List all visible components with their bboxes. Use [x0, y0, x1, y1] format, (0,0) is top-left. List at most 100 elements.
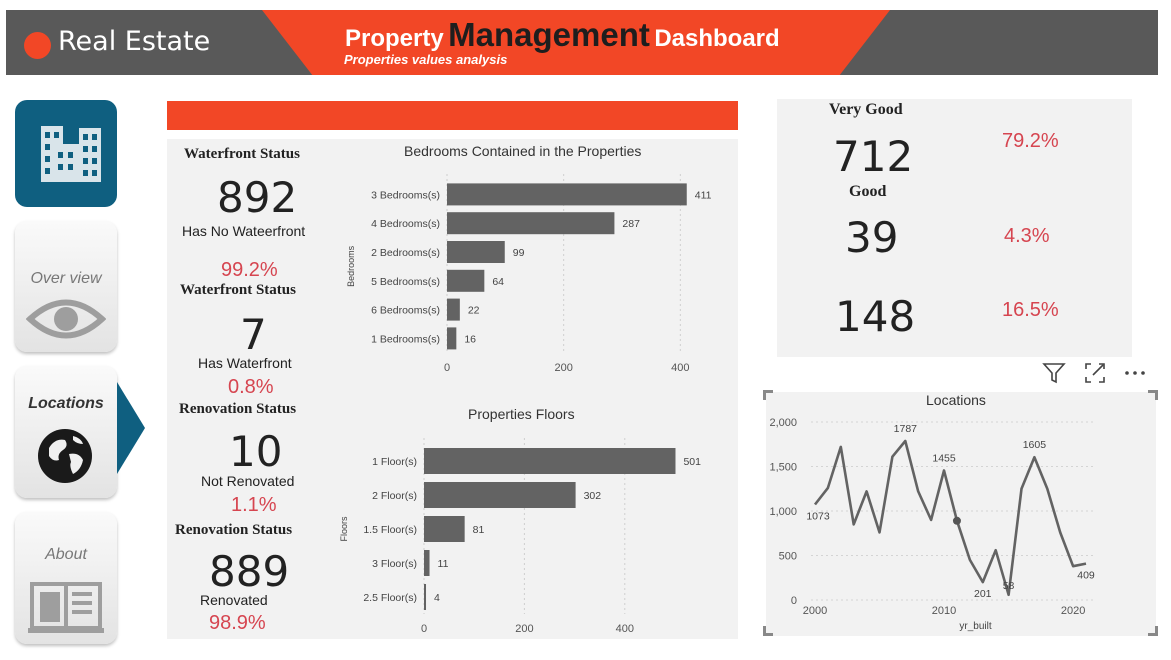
condition-panel	[777, 99, 1132, 357]
bar	[447, 269, 485, 292]
bar	[447, 327, 457, 350]
waterfront-heading-1: Waterfront Status	[184, 146, 300, 162]
y-tick-label: 2,000	[769, 417, 797, 429]
category-label: 4 Bedrooms(s)	[371, 218, 440, 230]
data-label: 1455	[932, 453, 956, 465]
book-icon	[28, 582, 104, 633]
more-options-icon[interactable]	[1123, 361, 1147, 385]
dashboard-title: Property Management Dashboard	[345, 16, 780, 54]
x-tick-label: 200	[515, 623, 533, 635]
renovated-value: 889	[209, 547, 290, 596]
category-label: 1.5 Floor(s)	[363, 524, 417, 536]
bedrooms-chart: 0 200 400 3 Bedrooms(s) 411 4 Bedrooms(s) 287 2…	[346, 174, 712, 374]
data-label: 302	[584, 490, 602, 502]
not-renovated-pct: 1.1%	[231, 494, 277, 516]
x-tick-label: 400	[616, 623, 634, 635]
y-tick-label: 1,000	[769, 506, 797, 518]
x-tick-label: 2000	[803, 605, 827, 617]
data-label: 64	[492, 276, 504, 288]
waterfront-label: Has Waterfront	[198, 355, 292, 371]
other-condition-pct: 16.5%	[1002, 299, 1059, 321]
filter-icon[interactable]	[1042, 361, 1066, 385]
x-tick-label: 400	[671, 362, 689, 374]
title-part-1: Property	[345, 25, 444, 52]
brand-label: Real Estate	[58, 26, 211, 57]
renovated-pct: 98.9%	[209, 612, 266, 634]
data-label: 99	[513, 247, 525, 259]
no-waterfront-value: 892	[217, 173, 298, 222]
x-tick-label: 0	[421, 623, 427, 635]
no-waterfront-pct: 99.2%	[221, 259, 278, 281]
x-tick-label: 2010	[932, 605, 956, 617]
waterfront-pct: 0.8%	[228, 376, 274, 398]
focus-mode-icon[interactable]	[1083, 361, 1107, 385]
data-label: 409	[1077, 570, 1095, 582]
brand-dot-icon	[24, 32, 51, 59]
other-condition-value: 148	[835, 292, 916, 341]
nav-item-overview[interactable]: Over view	[15, 221, 117, 352]
category-label: 2.5 Floor(s)	[363, 592, 417, 604]
category-label: 6 Bedrooms(s)	[371, 305, 440, 317]
data-label: 501	[683, 456, 701, 468]
very-good-value: 712	[833, 132, 914, 181]
y-tick-label: 500	[779, 551, 797, 563]
no-waterfront-label: Has No Wateerfront	[182, 223, 306, 239]
data-label: 81	[473, 524, 485, 536]
data-label: 1073	[806, 511, 830, 523]
renovation-heading-2: Renovation Status	[175, 522, 293, 538]
eye-icon	[26, 299, 106, 339]
dashboard-subtitle: Properties values analysis	[344, 52, 508, 67]
data-label: 11	[438, 558, 449, 570]
category-label: 1 Bedrooms(s)	[371, 333, 440, 345]
bar	[424, 584, 427, 610]
bar	[447, 298, 460, 321]
bedrooms-chart-title: Bedrooms Contained in the Properties	[404, 143, 642, 159]
waterfront-value: 7	[240, 310, 267, 359]
data-label: 201	[974, 588, 992, 600]
category-label: 1 Floor(s)	[372, 456, 417, 468]
y-axis-title: Floors	[339, 516, 349, 542]
y-axis-title: Bedrooms	[346, 245, 356, 287]
category-label: 3 Floor(s)	[372, 558, 417, 570]
nav-item-overview-label: Over view	[30, 270, 102, 287]
nav-item-about-label: About	[45, 546, 87, 563]
bar	[447, 241, 505, 263]
resize-handle-top-left[interactable]	[763, 390, 773, 400]
nav-item-locations[interactable]: Locations	[15, 366, 117, 498]
nav-home-tile[interactable]	[15, 100, 117, 207]
category-label: 5 Bedrooms(s)	[371, 276, 440, 288]
floors-chart-title: Properties Floors	[468, 406, 575, 422]
accent-bar	[167, 101, 738, 130]
x-tick-label: 200	[554, 362, 572, 374]
resize-handle-top-right[interactable]	[1148, 390, 1158, 400]
x-tick-label: 2020	[1061, 605, 1085, 617]
floors-chart: 0 200 400 1 Floor(s) 501 2 Floor(s) 302 1.5 Flo…	[339, 438, 701, 635]
bar	[424, 550, 430, 576]
y-tick-label: 0	[791, 595, 797, 607]
bar	[424, 516, 465, 542]
data-label: 58	[1003, 580, 1015, 592]
locations-chart: 0 500 1,000 1,500 2,000 2000 2010 2020 1073 1787 1…	[769, 417, 1096, 632]
highlight-point	[952, 516, 961, 525]
category-label: 2 Bedrooms(s)	[371, 247, 440, 259]
renovated-label: Renovated	[200, 592, 268, 608]
title-part-3: Dashboard	[654, 25, 780, 52]
data-label: 1787	[894, 423, 918, 435]
resize-handle-bottom-right[interactable]	[1148, 626, 1158, 636]
bar	[447, 183, 687, 206]
bar	[424, 482, 576, 508]
data-label: 287	[622, 218, 640, 230]
nav-item-locations-label: Locations	[28, 395, 104, 412]
very-good-pct: 79.2%	[1002, 130, 1059, 152]
buildings-icon	[41, 126, 101, 182]
not-renovated-value: 10	[229, 427, 283, 476]
x-tick-label: 0	[444, 362, 450, 374]
bar	[447, 212, 615, 235]
not-renovated-label: Not Renovated	[201, 473, 295, 489]
bar	[424, 448, 676, 474]
nav-item-about[interactable]: About	[15, 512, 117, 644]
good-pct: 4.3%	[1004, 225, 1050, 247]
good-label: Good	[849, 183, 887, 200]
title-part-2: Management	[448, 16, 650, 53]
good-value: 39	[845, 213, 899, 262]
